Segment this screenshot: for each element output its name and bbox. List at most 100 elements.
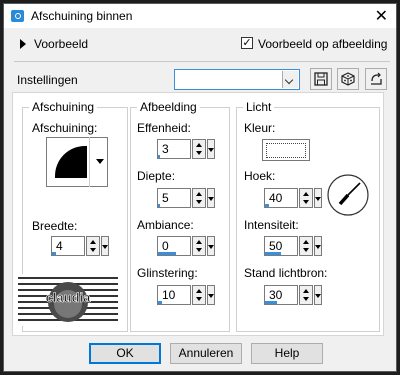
width-spinner[interactable]: 4 — [51, 236, 109, 256]
group-title: Licht — [243, 100, 275, 114]
width-input[interactable]: 4 — [51, 236, 85, 256]
field-label: Intensiteit: — [244, 218, 299, 232]
diepte-slider-dropdown[interactable] — [207, 188, 215, 208]
intensiteit-arrows[interactable] — [299, 236, 313, 256]
intensiteit-spinner[interactable]: 50 — [264, 236, 322, 256]
reset-icon — [371, 72, 382, 85]
arrow-down-icon[interactable] — [196, 151, 202, 155]
arrow-up-icon[interactable] — [303, 192, 309, 196]
glinstering-value: 10 — [162, 288, 176, 302]
app-icon — [11, 10, 24, 22]
save-preset-button[interactable] — [310, 68, 332, 90]
bevel-shape-icon — [55, 146, 87, 178]
preview-toggle-label[interactable]: Voorbeeld — [34, 37, 88, 51]
group-title: Afschuining — [29, 100, 98, 114]
effenheid-spinner[interactable]: 3 — [157, 139, 215, 159]
hoek-value: 40 — [269, 191, 283, 205]
window-title: Afschuining binnen — [31, 9, 133, 23]
arrow-down-icon[interactable] — [196, 297, 202, 301]
cancel-button[interactable]: Annuleren — [170, 343, 242, 364]
field-label: Ambiance: — [137, 218, 194, 232]
hoek-input[interactable]: 40 — [264, 188, 298, 208]
arrow-up-icon[interactable] — [90, 240, 96, 244]
arrow-up-icon[interactable] — [303, 240, 309, 244]
diepte-value: 5 — [162, 191, 169, 205]
randomize-button[interactable] — [337, 68, 359, 90]
stand-lichtbron-value: 30 — [269, 288, 283, 302]
field-label: Effenheid: — [137, 121, 191, 135]
width-arrows[interactable] — [86, 236, 100, 256]
divider — [14, 61, 390, 62]
ambiance-slider-dropdown[interactable] — [207, 236, 215, 256]
field-label: Hoek: — [244, 169, 276, 183]
hoek-arrows[interactable] — [299, 188, 313, 208]
diepte-spinner[interactable]: 5 — [157, 188, 215, 208]
glinstering-arrows[interactable] — [192, 285, 206, 305]
settings-dropdown[interactable] — [174, 69, 300, 90]
diepte-input[interactable]: 5 — [157, 188, 191, 208]
dice-icon — [341, 72, 355, 86]
arrow-down-icon[interactable] — [196, 248, 202, 252]
ambiance-value: 0 — [162, 239, 169, 253]
arrow-up-icon[interactable] — [196, 240, 202, 244]
preview-row: Voorbeeld ✓ Voorbeeld op afbeelding — [4, 30, 396, 58]
watermark-logo: claudia — [16, 274, 120, 326]
hoek-spinner[interactable]: 40 — [264, 188, 322, 208]
effenheid-level-bar — [158, 155, 160, 158]
title-bar: Afschuining binnen ✕ — [4, 4, 396, 28]
width-label: Breedte: — [32, 219, 78, 233]
field-label: Stand lichtbron: — [244, 266, 328, 280]
chevron-down-icon[interactable] — [89, 137, 109, 187]
effenheid-input[interactable]: 3 — [157, 139, 191, 159]
effenheid-arrows[interactable] — [192, 139, 206, 159]
help-button[interactable]: Help — [251, 343, 323, 364]
angle-dial-icon — [327, 174, 369, 216]
angle-dial[interactable] — [326, 173, 370, 217]
settings-label: Instellingen — [17, 73, 78, 87]
stand-lichtbron-slider-dropdown[interactable] — [314, 285, 322, 305]
width-value: 4 — [56, 239, 63, 253]
arrow-up-icon[interactable] — [196, 192, 202, 196]
ambiance-arrows[interactable] — [192, 236, 206, 256]
watermark-text: claudia — [46, 290, 92, 305]
hoek-slider-dropdown[interactable] — [314, 188, 322, 208]
glinstering-input[interactable]: 10 — [157, 285, 191, 305]
arrow-down-icon[interactable] — [303, 248, 309, 252]
preview-on-image-label[interactable]: Voorbeeld op afbeelding — [258, 37, 387, 51]
glinstering-slider-dropdown[interactable] — [207, 285, 215, 305]
close-icon[interactable]: ✕ — [375, 6, 388, 26]
field-label: Glinstering: — [137, 266, 198, 280]
arrow-up-icon[interactable] — [196, 143, 202, 147]
chevron-down-icon[interactable] — [282, 71, 298, 88]
color-label: Kleur: — [244, 121, 276, 135]
expand-arrow-icon[interactable] — [20, 39, 26, 49]
arrow-up-icon[interactable] — [196, 289, 202, 293]
ok-button[interactable]: OK — [89, 343, 161, 364]
arrow-down-icon[interactable] — [196, 200, 202, 204]
arrow-down-icon[interactable] — [303, 297, 309, 301]
width-level-bar — [52, 252, 56, 255]
watermark-logo-image: claudia — [16, 274, 120, 326]
intensiteit-slider-dropdown[interactable] — [314, 236, 322, 256]
shape-label: Afschuining: — [32, 121, 98, 135]
ambiance-spinner[interactable]: 0 — [157, 236, 215, 256]
reset-button[interactable] — [365, 68, 387, 90]
ambiance-level-bar — [158, 252, 176, 255]
light-color-swatch[interactable] — [262, 139, 310, 161]
stand-lichtbron-spinner[interactable]: 30 — [264, 285, 322, 305]
arrow-down-icon[interactable] — [303, 200, 309, 204]
glinstering-spinner[interactable]: 10 — [157, 285, 215, 305]
width-slider-dropdown[interactable] — [101, 236, 109, 256]
hoek-level-bar — [265, 204, 269, 207]
field-label: Diepte: — [137, 169, 176, 183]
arrow-up-icon[interactable] — [303, 289, 309, 293]
preview-on-image-checkbox[interactable]: ✓ — [241, 37, 253, 49]
effenheid-slider-dropdown[interactable] — [207, 139, 215, 159]
intensiteit-level-bar — [265, 252, 281, 255]
intensiteit-value: 50 — [269, 239, 283, 253]
stand-lichtbron-arrows[interactable] — [299, 285, 313, 305]
effenheid-value: 3 — [162, 142, 169, 156]
save-icon — [314, 72, 328, 86]
diepte-arrows[interactable] — [192, 188, 206, 208]
arrow-down-icon[interactable] — [90, 248, 96, 252]
